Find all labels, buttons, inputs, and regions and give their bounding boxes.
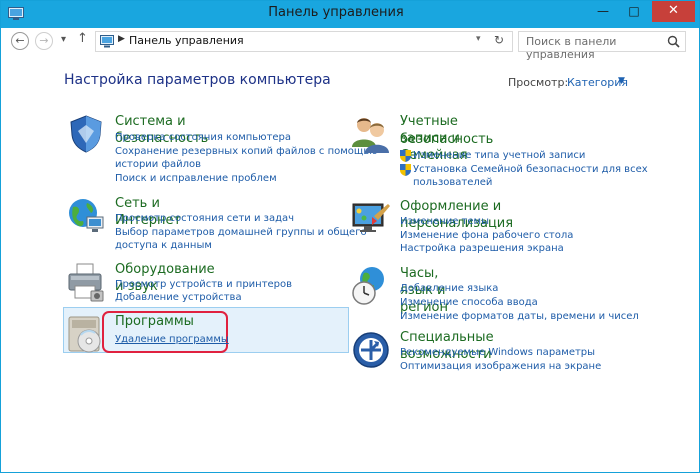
link-check-computer-status[interactable]: Проверка состояния компьютера xyxy=(115,131,291,144)
link-devices-printers[interactable]: Просмотр устройств и принтеров xyxy=(115,278,292,291)
users-icon[interactable] xyxy=(350,113,392,155)
link-file-history-backup-line2[interactable]: истории файлов xyxy=(115,158,201,171)
title-bar[interactable]: Панель управления — □ ✕ xyxy=(1,1,699,28)
category-title-accounts-line2[interactable]: безопасность xyxy=(400,131,493,148)
link-recommended-settings[interactable]: Рекомендуемые Windows параметры xyxy=(400,346,595,359)
minimize-button[interactable]: — xyxy=(589,1,617,22)
search-icon[interactable] xyxy=(667,35,680,48)
shield-icon[interactable] xyxy=(65,113,107,155)
category-title-programs[interactable]: Программы xyxy=(115,313,194,330)
network-globe-icon[interactable] xyxy=(65,195,107,237)
link-troubleshoot[interactable]: Поиск и исправление проблем xyxy=(115,172,277,185)
close-button[interactable]: ✕ xyxy=(652,1,695,22)
page-title: Настройка параметров компьютера xyxy=(64,72,331,88)
link-homegroup-sharing[interactable]: Выбор параметров домашней группы и общег… xyxy=(115,226,367,239)
uac-shield-icon xyxy=(400,150,411,162)
view-by-arrow-icon[interactable]: ▼ xyxy=(618,76,625,86)
link-screen-resolution[interactable]: Настройка разрешения экрана xyxy=(400,242,564,255)
breadcrumb-control-panel[interactable]: Панель управления xyxy=(129,34,244,47)
control-panel-icon xyxy=(100,35,114,48)
address-bar: ← → ▾ ↑ ▶ Панель управления ▾ ↻ Поиск в … xyxy=(1,28,699,61)
forward-button[interactable]: → xyxy=(35,32,53,50)
monitor-paint-icon[interactable] xyxy=(350,198,392,240)
clock-globe-icon[interactable] xyxy=(350,265,392,307)
link-uninstall-program[interactable]: Удаление программы xyxy=(115,333,229,346)
control-panel-window: Панель управления — □ ✕ ← → ▾ ↑ ▶ Панель… xyxy=(0,0,700,473)
link-add-device[interactable]: Добавление устройства xyxy=(115,291,242,304)
link-file-history-backup[interactable]: Сохранение резервных копий файлов с помо… xyxy=(115,145,378,158)
refresh-button[interactable]: ↻ xyxy=(494,33,504,47)
recent-pages-dropdown[interactable]: ▾ xyxy=(61,34,66,45)
breadcrumb-separator[interactable]: ▶ xyxy=(118,34,125,44)
link-add-language[interactable]: Добавление языка xyxy=(400,282,498,295)
maximize-button[interactable]: □ xyxy=(620,1,648,22)
printer-icon[interactable] xyxy=(65,261,107,303)
search-box[interactable]: Поиск в панели управления xyxy=(518,31,686,61)
link-homegroup-sharing-line2[interactable]: доступа к данным xyxy=(115,239,212,252)
link-optimize-display[interactable]: Оптимизация изображения на экране xyxy=(400,360,601,373)
link-family-safety[interactable]: Установка Семейной безопасности для всех xyxy=(413,163,648,176)
window-title: Панель управления xyxy=(268,5,404,20)
link-family-safety-line2[interactable]: пользователей xyxy=(413,176,492,189)
link-change-theme[interactable]: Изменение темы xyxy=(400,215,489,228)
address-path-box[interactable]: ▶ Панель управления ▾ ↻ xyxy=(95,31,513,52)
up-button[interactable]: ↑ xyxy=(77,31,88,46)
link-network-status[interactable]: Просмотр состояния сети и задач xyxy=(115,212,294,225)
link-date-time-formats[interactable]: Изменение форматов даты, времени и чисел xyxy=(400,310,639,323)
programs-disc-icon[interactable] xyxy=(65,313,107,355)
link-change-input-method[interactable]: Изменение способа ввода xyxy=(400,296,538,309)
back-button[interactable]: ← xyxy=(11,32,29,50)
address-history-dropdown[interactable]: ▾ xyxy=(476,34,481,44)
view-by-label: Просмотр: xyxy=(508,76,569,89)
link-change-account-type[interactable]: Изменение типа учетной записи xyxy=(413,149,585,162)
main-content: Настройка параметров компьютера Просмотр… xyxy=(1,57,699,473)
accessibility-icon[interactable] xyxy=(350,329,392,371)
link-change-desktop-background[interactable]: Изменение фона рабочего стола xyxy=(400,229,573,242)
uac-shield-icon xyxy=(400,164,411,176)
